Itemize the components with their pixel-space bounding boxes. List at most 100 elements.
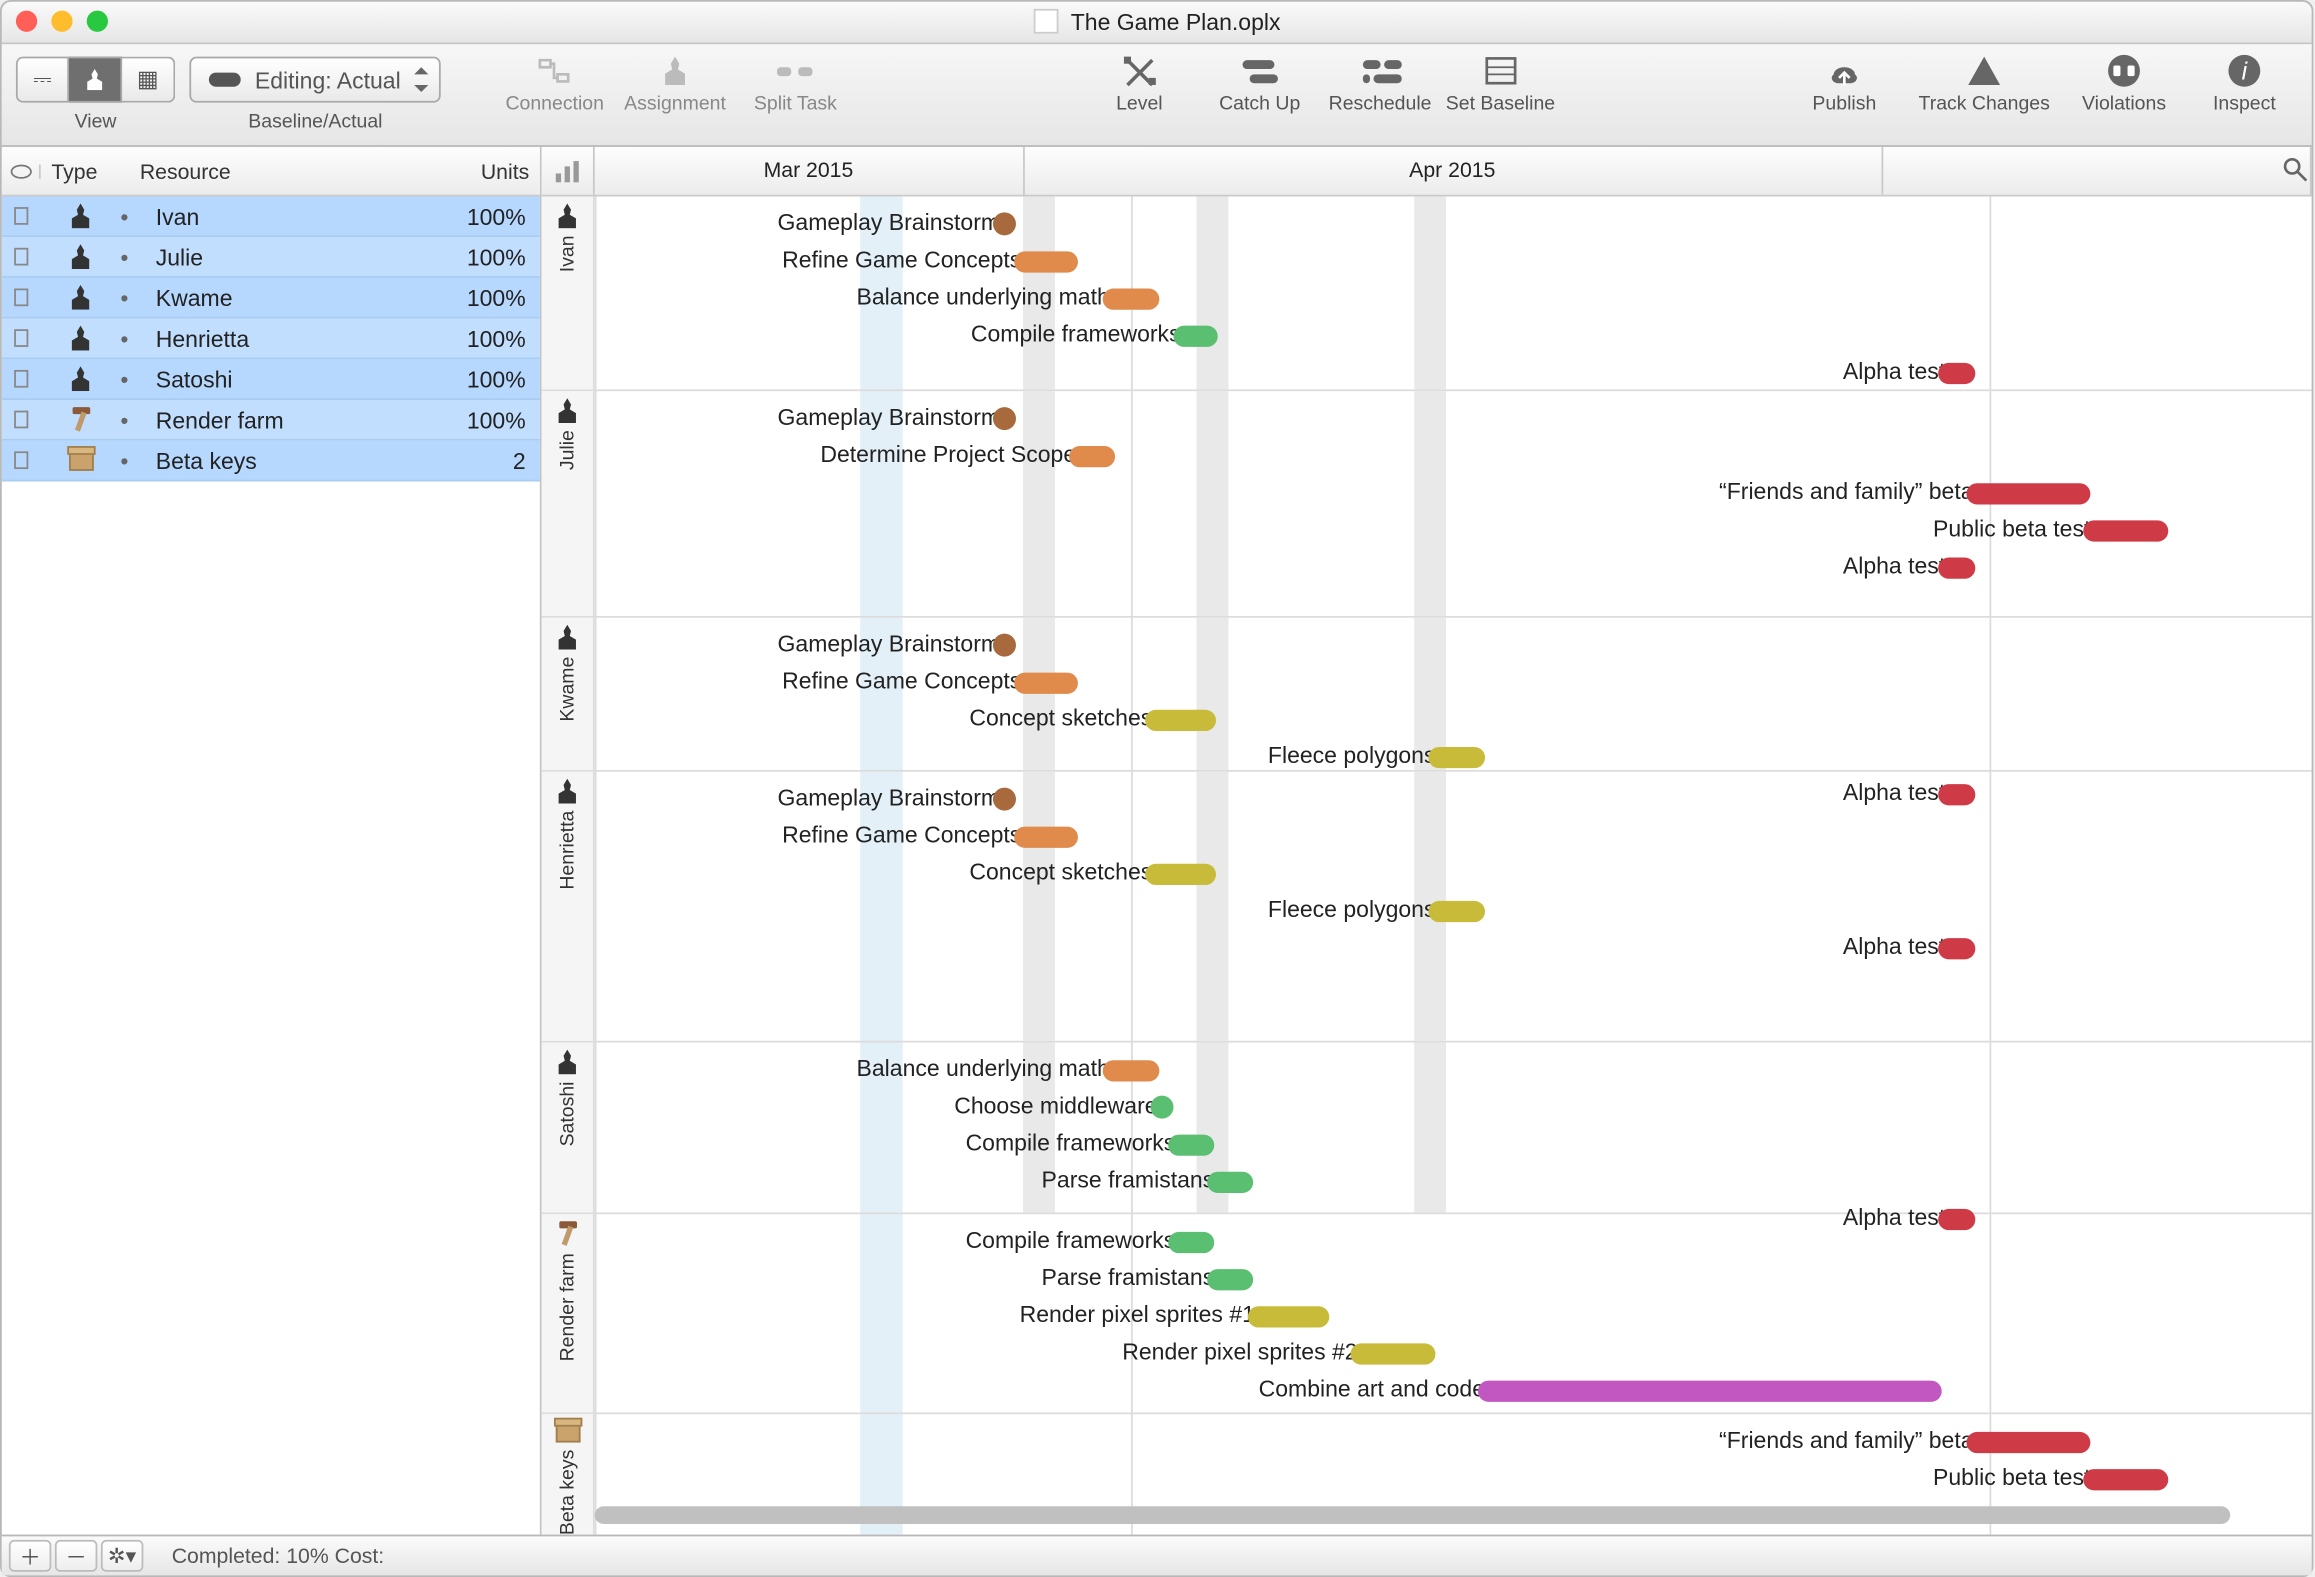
task-label: Render pixel sprites #2 [1122,1338,1357,1365]
task-bar[interactable] [993,634,1016,657]
level-button[interactable]: Level [1086,51,1192,136]
resource-sidebar: Type Resource Units •Ivan100%•Julie100%•… [2,147,542,1535]
resource-row[interactable]: •Henrietta100% [2,319,540,360]
task-bar[interactable] [1168,1134,1214,1155]
task-bar[interactable] [1351,1343,1436,1364]
task-bar[interactable] [1014,672,1078,693]
task-row: Compile frameworks [595,317,2312,354]
task-bar[interactable] [1938,362,1975,383]
task-label: Concept sketches [969,858,1152,885]
task-bar[interactable] [1103,288,1160,309]
resource-row[interactable]: •Render farm100% [2,400,540,441]
task-row: Fleece polygons [595,738,2312,775]
resource-units: 100% [451,243,539,270]
chart-icon[interactable] [542,147,595,195]
person-icon [555,1050,580,1075]
task-bar[interactable] [1069,445,1115,466]
resource-row[interactable]: •Beta keys2 [2,441,540,482]
sidebar-header: Type Resource Units [2,147,540,197]
baseline-actual-dropdown[interactable]: Editing: Actual [189,57,441,103]
task-bar[interactable] [1966,1431,2090,1452]
task-bar[interactable] [1966,482,2090,503]
add-button[interactable]: ＋ [9,1540,51,1572]
task-bar[interactable] [1145,863,1216,884]
task-label: Gameplay Brainstorm [778,630,1001,657]
reschedule-icon [1359,51,1401,90]
task-label: Compile frameworks [966,1227,1176,1254]
task-row: Public beta test [595,1460,2312,1497]
task-bar[interactable] [1207,1171,1253,1192]
reschedule-button[interactable]: Reschedule [1327,51,1433,136]
action-menu-button[interactable]: ✲▾ [101,1540,143,1572]
task-row: Gameplay Brainstorm [595,781,2312,818]
eye-icon[interactable] [10,164,31,178]
task-bar[interactable] [1145,709,1216,730]
task-bar[interactable] [1014,826,1078,847]
horizontal-scrollbar[interactable] [595,1503,2298,1528]
person-icon [555,625,580,650]
track-changes-button[interactable]: Track Changes [1912,51,2057,136]
publish-icon [1823,51,1865,90]
view-mode-resource-button[interactable] [69,57,122,103]
search-icon[interactable] [2283,158,2308,188]
task-bar[interactable] [993,788,1016,811]
lane-header: Render farm [542,1214,595,1412]
resource-row[interactable]: •Kwame100% [2,278,540,319]
task-bar[interactable] [1103,1059,1160,1080]
task-bar[interactable] [993,407,1016,430]
remove-button[interactable]: － [55,1540,97,1572]
resource-name: Ivan [156,203,452,230]
violations-icon [2103,51,2145,90]
col-units[interactable]: Units [441,158,540,183]
resource-row[interactable]: •Satoshi100% [2,359,540,400]
task-label: Gameplay Brainstorm [778,784,1001,811]
lane-header: Beta keys [542,1414,595,1534]
task-bar[interactable] [1938,937,1975,958]
resource-row[interactable]: •Ivan100% [2,196,540,237]
status-bar: ＋ － ✲▾ Completed: 10% Cost: [2,1535,2312,1576]
violations-button[interactable]: Violations [2071,51,2177,136]
lane-name: Julie [557,430,578,470]
close-window-button[interactable] [16,11,37,32]
view-mode-calendar-button[interactable]: ▦ [122,57,175,103]
task-bar[interactable] [2083,519,2168,540]
connection-button[interactable]: Connection [502,51,608,136]
col-resource[interactable]: Resource [129,158,441,183]
window-titlebar: The Game Plan.oplx [2,2,2312,44]
task-bar[interactable] [1428,746,1485,767]
view-mode-link-button[interactable]: ⎓ [16,57,69,103]
assignment-button[interactable]: Assignment [622,51,728,136]
task-row: Alpha test [595,549,2312,586]
task-bar[interactable] [1014,250,1078,271]
resource-name: Kwame [156,284,452,311]
zoom-window-button[interactable] [87,11,108,32]
task-label: Gameplay Brainstorm [778,404,1001,431]
task-bar[interactable] [993,212,1016,235]
task-bar[interactable] [1174,325,1218,346]
split-task-button[interactable]: Split Task [742,51,848,136]
task-bar[interactable] [1478,1380,1942,1401]
task-bar[interactable] [2083,1468,2168,1489]
inspect-button[interactable]: i Inspect [2191,51,2297,136]
lane-name: Henrietta [557,811,578,890]
task-bar[interactable] [1938,557,1975,578]
month-1: Mar 2015 [764,158,854,183]
task-row: Refine Game Concepts [595,242,2312,279]
toolbar: ⎓ ▦ View Editing: Actual Baseline/Actual… [2,44,2312,147]
task-row: Alpha test [595,929,2312,966]
catch-up-button[interactable]: Catch Up [1207,51,1313,136]
col-type[interactable]: Type [41,158,129,183]
task-bar[interactable] [1248,1305,1329,1326]
task-bar[interactable] [1151,1096,1174,1119]
task-bar[interactable] [1168,1231,1214,1252]
task-row: Concept sketches [595,855,2312,892]
resource-units: 100% [451,325,539,352]
resource-name: Beta keys [156,447,452,474]
task-bar[interactable] [1207,1268,1253,1289]
resource-row[interactable]: •Julie100% [2,237,540,278]
gantt-view[interactable]: Mar 2015 Apr 2015 IvanGameplay Brainstor… [542,147,2312,1535]
set-baseline-button[interactable]: Set Baseline [1447,51,1553,136]
publish-button[interactable]: Publish [1791,51,1897,136]
task-bar[interactable] [1428,900,1485,921]
minimize-window-button[interactable] [51,11,72,32]
